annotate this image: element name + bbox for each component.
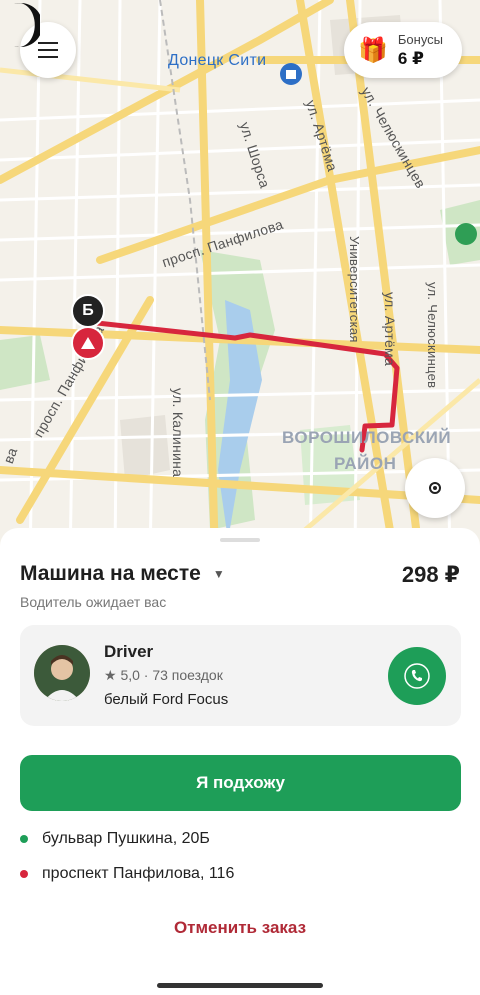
locate-button[interactable] [405,458,465,518]
route-to: проспект Панфилова, 116 [20,865,234,883]
route-from-address: бульвар Пушкина, 20Б [42,830,210,847]
driver-avatar [34,645,90,701]
order-sheet: Машина на месте ▼ 298 ₽ Водитель ожидает… [0,528,480,995]
driver-rating: ★ 5,0 · 73 поездок [104,667,223,683]
order-status-subtitle: Водитель ожидает вас [20,594,167,610]
pickup-arrow-icon [81,337,95,349]
map-poi-label: Донецк Сити [168,52,267,69]
destination-pin[interactable]: Б [71,294,105,328]
home-indicator [157,983,323,988]
route-to-dot [20,870,28,878]
chevron-down-icon: ▼ [212,567,225,581]
hamburger-icon [38,42,58,58]
order-price: 298 ₽ [401,562,460,587]
destination-pin-label: Б [82,302,94,319]
order-status-dropdown[interactable]: Машина на месте ▼ [20,562,225,586]
bonus-button[interactable]: 🎁 Бонусы 6 ₽ [344,22,462,78]
order-status-title: Машина на месте [20,562,201,585]
map-district-label-2: РАЙОН [334,454,397,473]
call-driver-button[interactable] [388,647,446,705]
route-from-dot [20,835,28,843]
bonus-value: 6 ₽ [397,48,424,68]
driver-card[interactable]: Driver ★ 5,0 · 73 поездок белый Ford Foc… [20,625,461,726]
map-street-artema-2: ул. Артёма [382,292,398,367]
map-street-chelyuskintsev-2: ул. Челюскинцев [425,282,440,389]
map-street-kalinina: ул. Калинина [170,388,186,478]
coming-out-button[interactable]: Я подхожу [20,755,461,811]
cancel-order-button[interactable]: Отменить заказ [0,918,480,938]
driver-car: белый Ford Focus [104,691,229,708]
locate-icon [429,482,441,494]
sheet-handle[interactable] [220,538,260,542]
pickup-pin[interactable] [71,326,105,360]
route-from: бульвар Пушкина, 20Б [20,830,210,848]
route-to-address: проспект Панфилова, 116 [42,865,235,882]
moon-icon [14,3,40,47]
gift-icon: 🎁 [358,36,388,64]
map-view[interactable]: Донецк Сити ул. Шорса ул. Артёма ул. Чел… [0,0,480,560]
phone-icon [404,663,430,689]
bonus-label: Бонусы [397,31,444,47]
map-street-universitetskaya: Университетская [347,236,362,343]
map-district-label: ВОРОШИЛОВСКИЙ [282,428,452,447]
driver-name: Driver [104,642,154,661]
